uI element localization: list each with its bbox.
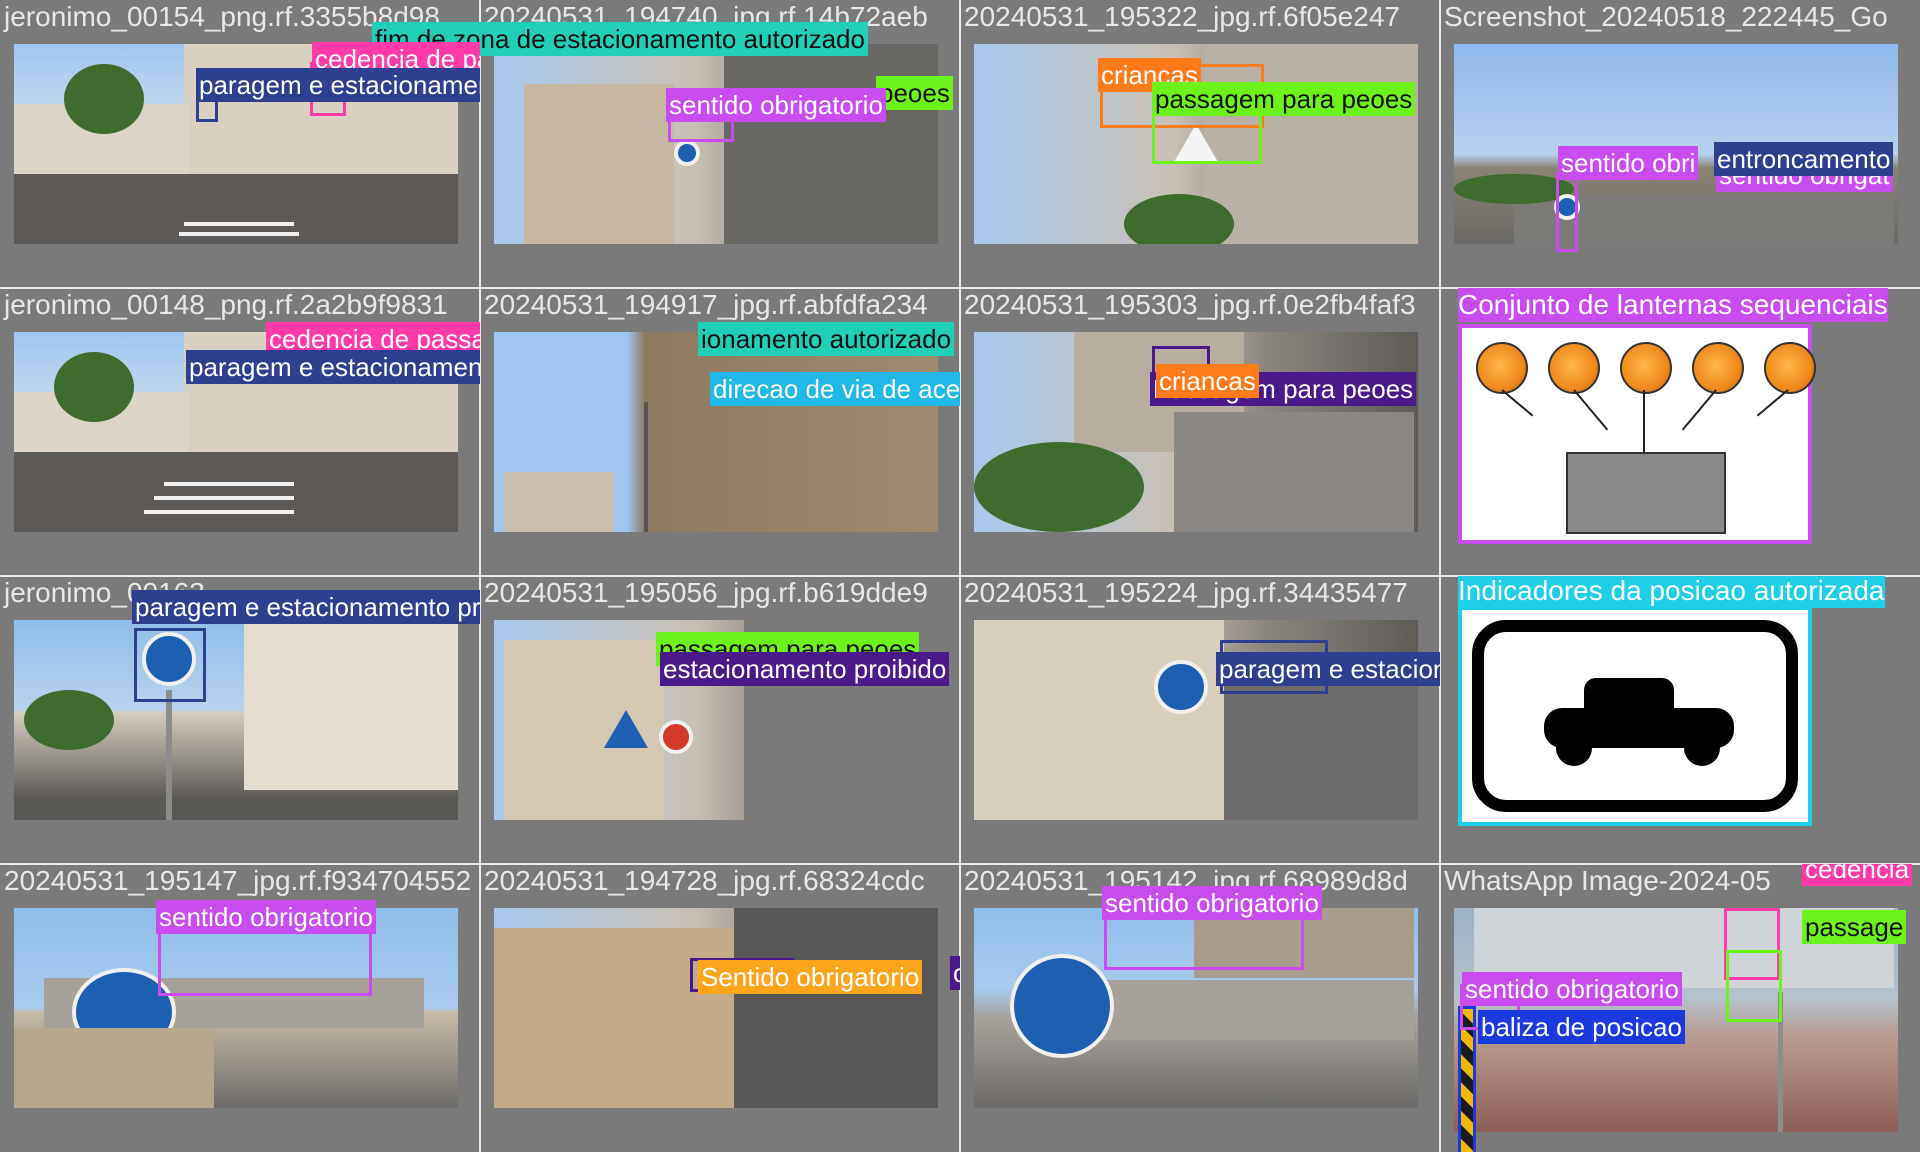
class-label: sentido obrigatorio: [666, 88, 886, 122]
cell-title: 20240531_195147_jpg.rf.f934704552: [4, 865, 472, 896]
cell-title: 20240531_195224_jpg.rf.34435477: [964, 577, 1408, 608]
street-photo: [974, 620, 1418, 820]
class-label: entroncamento: [1714, 142, 1894, 176]
cell-title: Screenshot_20240518_222445_Go: [1444, 1, 1888, 32]
class-label: sentido obri: [1558, 146, 1699, 180]
grid-cell: 20240531_195056_jpg.rf.b619dde9 passagem…: [480, 576, 960, 864]
parking-plate: [1472, 620, 1798, 812]
class-label: passagem para peoes: [1152, 82, 1416, 116]
cell-title: Conjunto de lanternas sequenciais: [1458, 288, 1888, 322]
class-label: fim de zona de estacionamento autorizado: [480, 22, 868, 56]
lantern-icon: [1620, 342, 1672, 394]
cell-title: 20240531_195056_jpg.rf.b619dde9: [484, 577, 928, 608]
cell-title: 20240531_194917_jpg.rf.abfdfa234: [484, 289, 928, 320]
cell-title: jeronimo_00148_png.rf.2a2b9f9831: [4, 289, 448, 320]
grid-cell: 20240531_195303_jpg.rf.0e2fb4faf3 Passag…: [960, 288, 1440, 576]
grid-cell: 20240531_194740_jpg.rf.14b72aeb fim de z…: [480, 0, 960, 288]
class-label: Sentido obrigatorio: [698, 960, 923, 994]
cell-title: 20240531_195322_jpg.rf.6f05e247: [964, 1, 1400, 32]
grid-cell: jeronimo_00148_png.rf.2a2b9f9831 cedenci…: [0, 288, 480, 576]
lantern-icon: [1548, 342, 1600, 394]
grid-cell: jeronimo_00163 paragem e estacionamento …: [0, 576, 480, 864]
grid-cell: 20240531_195147_jpg.rf.f934704552 sentid…: [0, 864, 480, 1152]
class-label: paragem e estacionamento proibido: [1216, 652, 1440, 686]
class-label: sentido obrigatorio: [1462, 972, 1682, 1006]
lantern-icon: [1764, 342, 1816, 394]
cell-title: Indicadores da posicao autorizada: [1458, 576, 1885, 608]
annotated-image-grid: jeronimo_00154_png.rf.3355b8d98 fim de z…: [0, 0, 1920, 1152]
class-label: sentido obrigatorio: [156, 900, 376, 934]
grid-cell: Screenshot_20240518_222445_Go sentido ob…: [1440, 0, 1920, 288]
class-label: oes: [950, 956, 960, 990]
cell-title: 20240531_195303_jpg.rf.0e2fb4faf3: [964, 289, 1416, 320]
class-label: ionamento autorizado: [698, 322, 955, 356]
class-label: paragem e estacionamento proibido: [186, 350, 480, 384]
cell-title: WhatsApp Image-2024-05: [1444, 865, 1771, 896]
grid-cell: 20240531_195322_jpg.rf.6f05e247 criancas…: [960, 0, 1440, 288]
grid-cell: 20240531_194917_jpg.rf.abfdfa234 ionamen…: [480, 288, 960, 576]
class-label: peoes: [876, 76, 953, 110]
lantern-icon: [1476, 342, 1528, 394]
street-photo: [494, 908, 938, 1108]
grid-cell: Conjunto de lanternas sequenciais: [1440, 288, 1920, 576]
class-label: cedencia: [1802, 864, 1913, 886]
class-label: estacionamento proibido: [660, 652, 950, 686]
street-photo: [494, 44, 938, 244]
class-label: criancas: [1156, 364, 1259, 398]
control-box: [1566, 452, 1726, 534]
class-label: paragem e estacionamento proibido: [132, 590, 480, 624]
class-label: sentido obrigatorio: [1102, 886, 1322, 920]
grid-cell: jeronimo_00154_png.rf.3355b8d98 fim de z…: [0, 0, 480, 288]
grid-cell: WhatsApp Image-2024-05 cedencia passage …: [1440, 864, 1920, 1152]
class-label: direcao de via de acesso: [710, 372, 960, 406]
lantern-diagram: [1458, 324, 1816, 544]
grid-cell: 20240531_194728_jpg.rf.68324cdc oes Sent…: [480, 864, 960, 1152]
street-photo: [494, 332, 938, 532]
grid-cell: Indicadores da posicao autorizada: [1440, 576, 1920, 864]
class-label: passage: [1802, 910, 1907, 944]
class-label: paragem e estacionamento proibido: [196, 68, 480, 102]
lantern-icon: [1692, 342, 1744, 394]
parking-sign-diagram: [1458, 606, 1812, 826]
grid-cell: 20240531_195142_jpg.rf.68989d8d sentido …: [960, 864, 1440, 1152]
class-label: baliza de posicao: [1478, 1010, 1685, 1044]
grid-cell: 20240531_195224_jpg.rf.34435477 paragem …: [960, 576, 1440, 864]
cell-title: 20240531_194728_jpg.rf.68324cdc: [484, 865, 925, 896]
street-photo: [14, 620, 458, 820]
